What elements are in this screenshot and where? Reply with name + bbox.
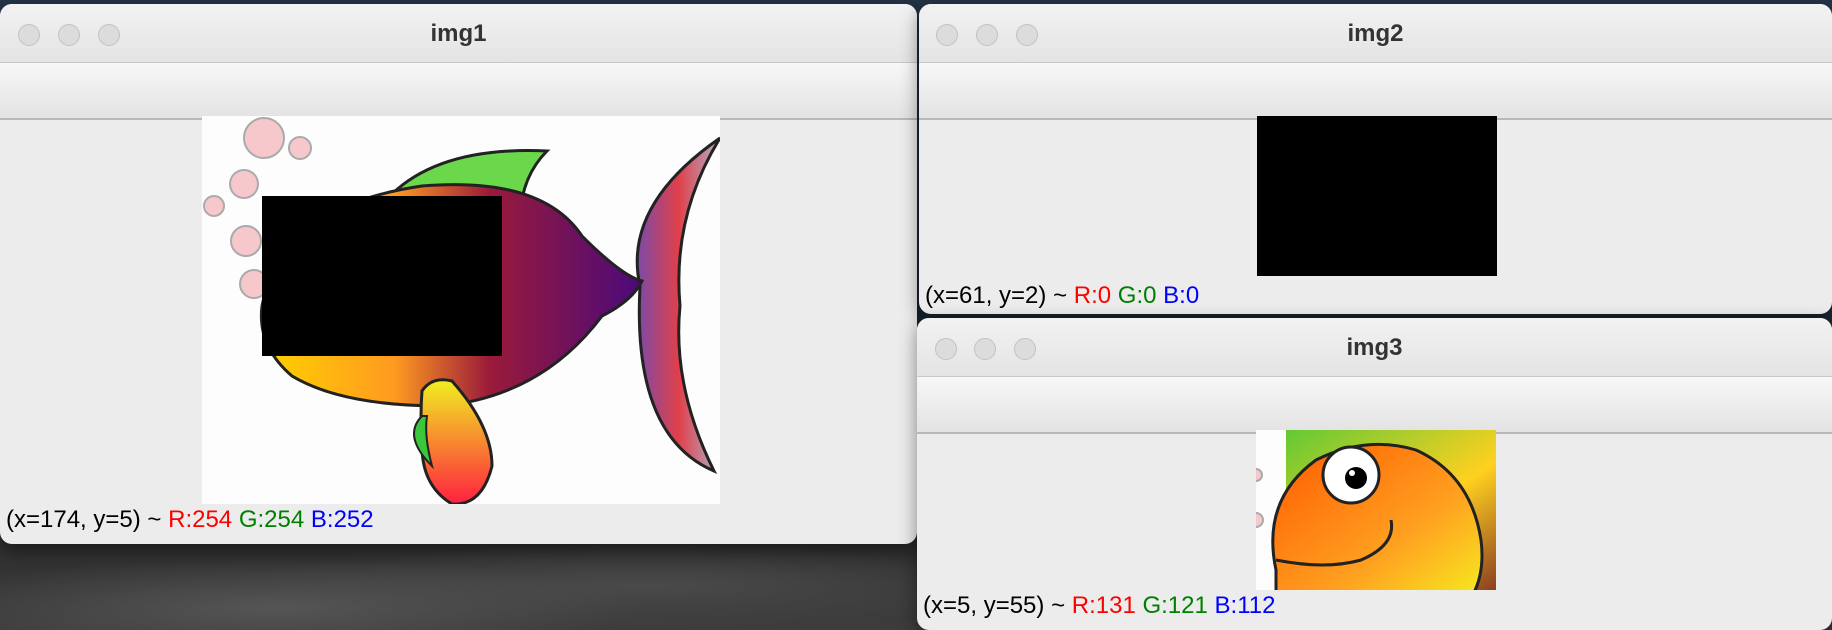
bubble: [230, 225, 262, 257]
titlebar[interactable]: img1: [0, 4, 917, 63]
status-bar: (x=174, y=5) ~ R:254 G:254 B:252: [6, 506, 374, 534]
status-red: R:131: [1071, 592, 1136, 619]
window-title: img2: [1347, 20, 1404, 47]
status-coords: (x=61, y=2) ~: [925, 282, 1068, 309]
titlebar[interactable]: img2: [919, 4, 1832, 63]
black-roi-rect: [262, 196, 502, 356]
image-canvas[interactable]: [1257, 116, 1497, 276]
fish-face-image: [1256, 430, 1496, 590]
window-img2[interactable]: img2 (x=61, y=2) ~ R:0 G:0 B:0: [919, 4, 1832, 314]
bubble: [1256, 468, 1263, 482]
toolbar: [917, 377, 1832, 434]
status-red: R:254: [168, 506, 233, 533]
window-img1[interactable]: img1 (x=174, y=5) ~ R:254 G:254 B:252: [0, 4, 917, 544]
bubble: [288, 136, 312, 160]
status-red: R:0: [1073, 282, 1112, 309]
bubble: [1256, 512, 1264, 528]
status-green: G:254: [238, 506, 305, 533]
image-canvas[interactable]: [202, 116, 720, 504]
status-coords: (x=174, y=5) ~: [6, 506, 162, 533]
tail: [635, 136, 720, 474]
bubble: [243, 117, 285, 159]
status-bar: (x=5, y=55) ~ R:131 G:121 B:112: [923, 592, 1275, 620]
status-coords: (x=5, y=55) ~: [923, 592, 1066, 619]
toolbar: [0, 63, 917, 120]
window-title: img3: [1346, 334, 1403, 361]
status-green: G:121: [1142, 592, 1208, 619]
status-blue: B:252: [310, 506, 374, 533]
titlebar[interactable]: img3: [917, 318, 1832, 377]
toolbar: [919, 63, 1832, 120]
window-title: img1: [430, 20, 487, 47]
status-green: G:0: [1117, 282, 1157, 309]
window-img3[interactable]: img3 (x=5, y=55) ~ R:131 G:121 B:112: [917, 318, 1832, 630]
bubble: [203, 195, 225, 217]
bubble: [229, 169, 259, 199]
status-bar: (x=61, y=2) ~ R:0 G:0 B:0: [925, 282, 1199, 310]
eye-highlight: [1349, 470, 1355, 476]
image-canvas[interactable]: [1256, 430, 1496, 590]
pupil: [1345, 467, 1367, 489]
status-blue: B:112: [1214, 592, 1276, 619]
status-blue: B:0: [1163, 282, 1200, 309]
